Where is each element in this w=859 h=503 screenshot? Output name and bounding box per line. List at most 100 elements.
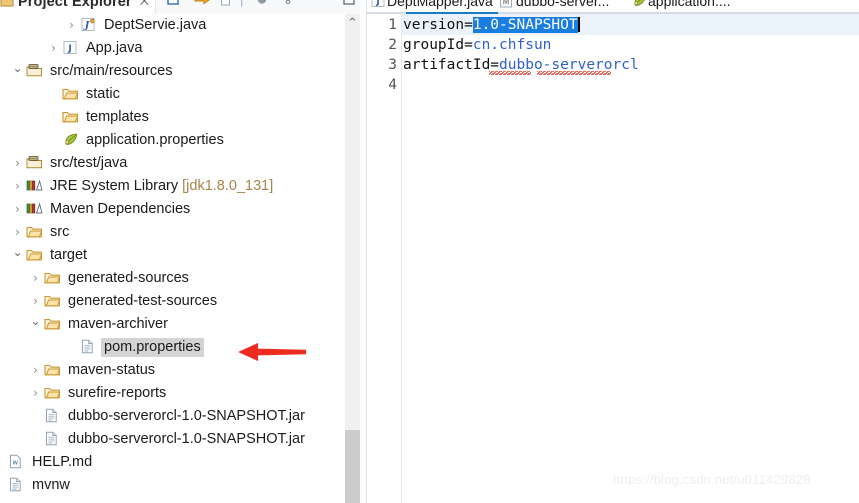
tree-row-label: application.properties: [86, 132, 224, 148]
tree-row[interactable]: › J App.java: [0, 37, 345, 60]
folder-icon: [62, 86, 79, 103]
scrollbar-thumb[interactable]: [345, 430, 360, 503]
filter-icon[interactable]: [256, 0, 270, 9]
eclipse-ide-window: Project Explorer ⨉ | ›JDeptSe: [0, 0, 859, 503]
scroll-up-icon[interactable]: ^: [345, 14, 360, 31]
line-number: 4: [388, 77, 397, 93]
tree-vertical-scrollbar[interactable]: ^: [345, 14, 360, 503]
project-explorer-icon: [0, 0, 15, 8]
folder-icon: [44, 385, 61, 402]
tree-row[interactable]: › Maven Dependencies: [0, 198, 345, 221]
markdown-file-icon: w: [8, 454, 25, 471]
svg-text:M: M: [503, 0, 509, 7]
tree-row-label: dubbo-serverorcl-1.0-SNAPSHOT.jar: [68, 408, 305, 424]
folder-icon: [44, 316, 61, 333]
svg-text:J: J: [67, 44, 71, 54]
code-line[interactable]: version=1.0-SNAPSHOT: [403, 15, 580, 35]
separator-icon: |: [240, 0, 243, 7]
file-icon: [80, 339, 97, 356]
maximize-icon[interactable]: [342, 0, 356, 9]
tree-row-label: src/main/resources: [50, 63, 173, 79]
svg-text:w: w: [12, 459, 18, 467]
tree-row[interactable]: › src/test/java: [0, 152, 345, 175]
tree-row-label: JRE System Library [jdk1.8.0_131]: [50, 178, 274, 194]
code-editor[interactable]: 1 version=1.0-SNAPSHOT 2 groupId=cn.chfsun 3…: [367, 14, 859, 503]
property-key: groupId=: [403, 37, 473, 53]
tree-row[interactable]: › generated-sources: [0, 267, 345, 290]
tree-row-label: generated-sources: [68, 270, 189, 286]
tree-row[interactable]: ⌄ maven-archiver: [0, 313, 345, 336]
tree-row[interactable]: › src: [0, 221, 345, 244]
chevron-right-icon[interactable]: ›: [30, 294, 41, 309]
new-file-icon[interactable]: [220, 0, 231, 9]
close-view-icon[interactable]: ⨉: [140, 0, 149, 9]
tree-row[interactable]: › JRE System Library [jdk1.8.0_131]: [0, 175, 345, 198]
link-with-editor-icon[interactable]: [194, 0, 212, 9]
editor-tab-label: application....: [648, 0, 731, 9]
property-value: cn.chfsun: [472, 37, 552, 53]
file-icon: [44, 408, 61, 425]
tree-row[interactable]: ⌄ target: [0, 244, 345, 267]
chevron-right-icon[interactable]: ›: [30, 271, 41, 286]
code-line[interactable]: groupId=cn.chfsun: [403, 35, 551, 55]
library-icon: [26, 201, 43, 218]
property-key: version=: [403, 17, 473, 33]
tree-row-label: target: [50, 247, 88, 263]
chevron-right-icon[interactable]: ›: [12, 202, 23, 217]
spellcheck-squiggle: [537, 71, 611, 75]
tree-row[interactable]: static: [0, 83, 345, 106]
property-key: artifactId=: [403, 57, 500, 73]
folder-icon: [44, 270, 61, 287]
chevron-right-icon[interactable]: ›: [48, 41, 59, 56]
maven-pom-icon: M: [499, 0, 512, 8]
tree-row[interactable]: › generated-test-sources: [0, 290, 345, 313]
chevron-down-icon[interactable]: ⌄: [12, 61, 23, 76]
explorer-toolbar: |: [155, 0, 367, 14]
tree-row-label: templates: [86, 109, 149, 125]
folder-icon: [26, 224, 43, 241]
project-tree[interactable]: › J DeptServie.java › J App.java ⌄ src/main/res…: [0, 14, 345, 503]
view-title: Project Explorer: [18, 0, 132, 10]
tree-row[interactable]: ⌄ src/main/resources: [0, 60, 345, 83]
source-folder-icon: [26, 63, 43, 80]
line-number: 1: [388, 17, 397, 33]
tree-row-label: dubbo-serverorcl-1.0-SNAPSHOT.jar: [68, 431, 305, 447]
tree-row-label: Maven Dependencies: [50, 201, 191, 217]
collapse-all-icon[interactable]: [166, 0, 180, 9]
file-icon: [44, 431, 61, 448]
chevron-right-icon[interactable]: ›: [12, 225, 23, 240]
line-number: 3: [388, 57, 397, 73]
panel-sash[interactable]: [360, 0, 367, 503]
tree-row[interactable]: › surefire-reports: [0, 382, 345, 405]
tree-row[interactable]: mvnw: [0, 474, 345, 497]
editor-tab-label: DeptMapper.java: [387, 0, 493, 9]
tree-row[interactable]: dubbo-serverorcl-1.0-SNAPSHOT.jar: [0, 428, 345, 451]
source-folder-icon: [26, 155, 43, 172]
properties-leaf-icon: [631, 0, 645, 7]
tree-row-label: generated-test-sources: [68, 293, 218, 309]
tree-row-label: src/test/java: [50, 155, 128, 171]
tree-row[interactable]: › J DeptServie.java: [0, 14, 345, 37]
library-icon: [26, 178, 43, 195]
tree-row[interactable]: application.properties: [0, 129, 345, 152]
tree-row[interactable]: dubbo-serverorcl-1.0-SNAPSHOT.jar: [0, 405, 345, 428]
chevron-right-icon[interactable]: ›: [66, 18, 77, 33]
editor-tab-label: dubbo-server...: [516, 0, 610, 9]
tree-row[interactable]: w HELP.md: [0, 451, 345, 474]
java-class-icon: J: [62, 40, 79, 57]
chevron-down-icon[interactable]: ⌄: [12, 245, 23, 260]
tree-row-label: maven-status: [68, 362, 156, 378]
folder-icon: [62, 109, 79, 126]
tree-row-label: App.java: [86, 40, 143, 56]
chevron-right-icon[interactable]: ›: [30, 363, 41, 378]
chevron-right-icon[interactable]: ›: [30, 386, 41, 401]
chevron-right-icon[interactable]: ›: [12, 156, 23, 171]
folder-icon: [26, 247, 43, 264]
java-interface-icon: J: [80, 17, 97, 34]
view-menu-icon[interactable]: [284, 0, 292, 9]
red-left-arrow-annotation: [236, 340, 308, 364]
tree-row-label: src: [50, 224, 70, 240]
tree-row[interactable]: templates: [0, 106, 345, 129]
chevron-right-icon[interactable]: ›: [12, 179, 23, 194]
chevron-down-icon[interactable]: ⌄: [30, 314, 41, 329]
